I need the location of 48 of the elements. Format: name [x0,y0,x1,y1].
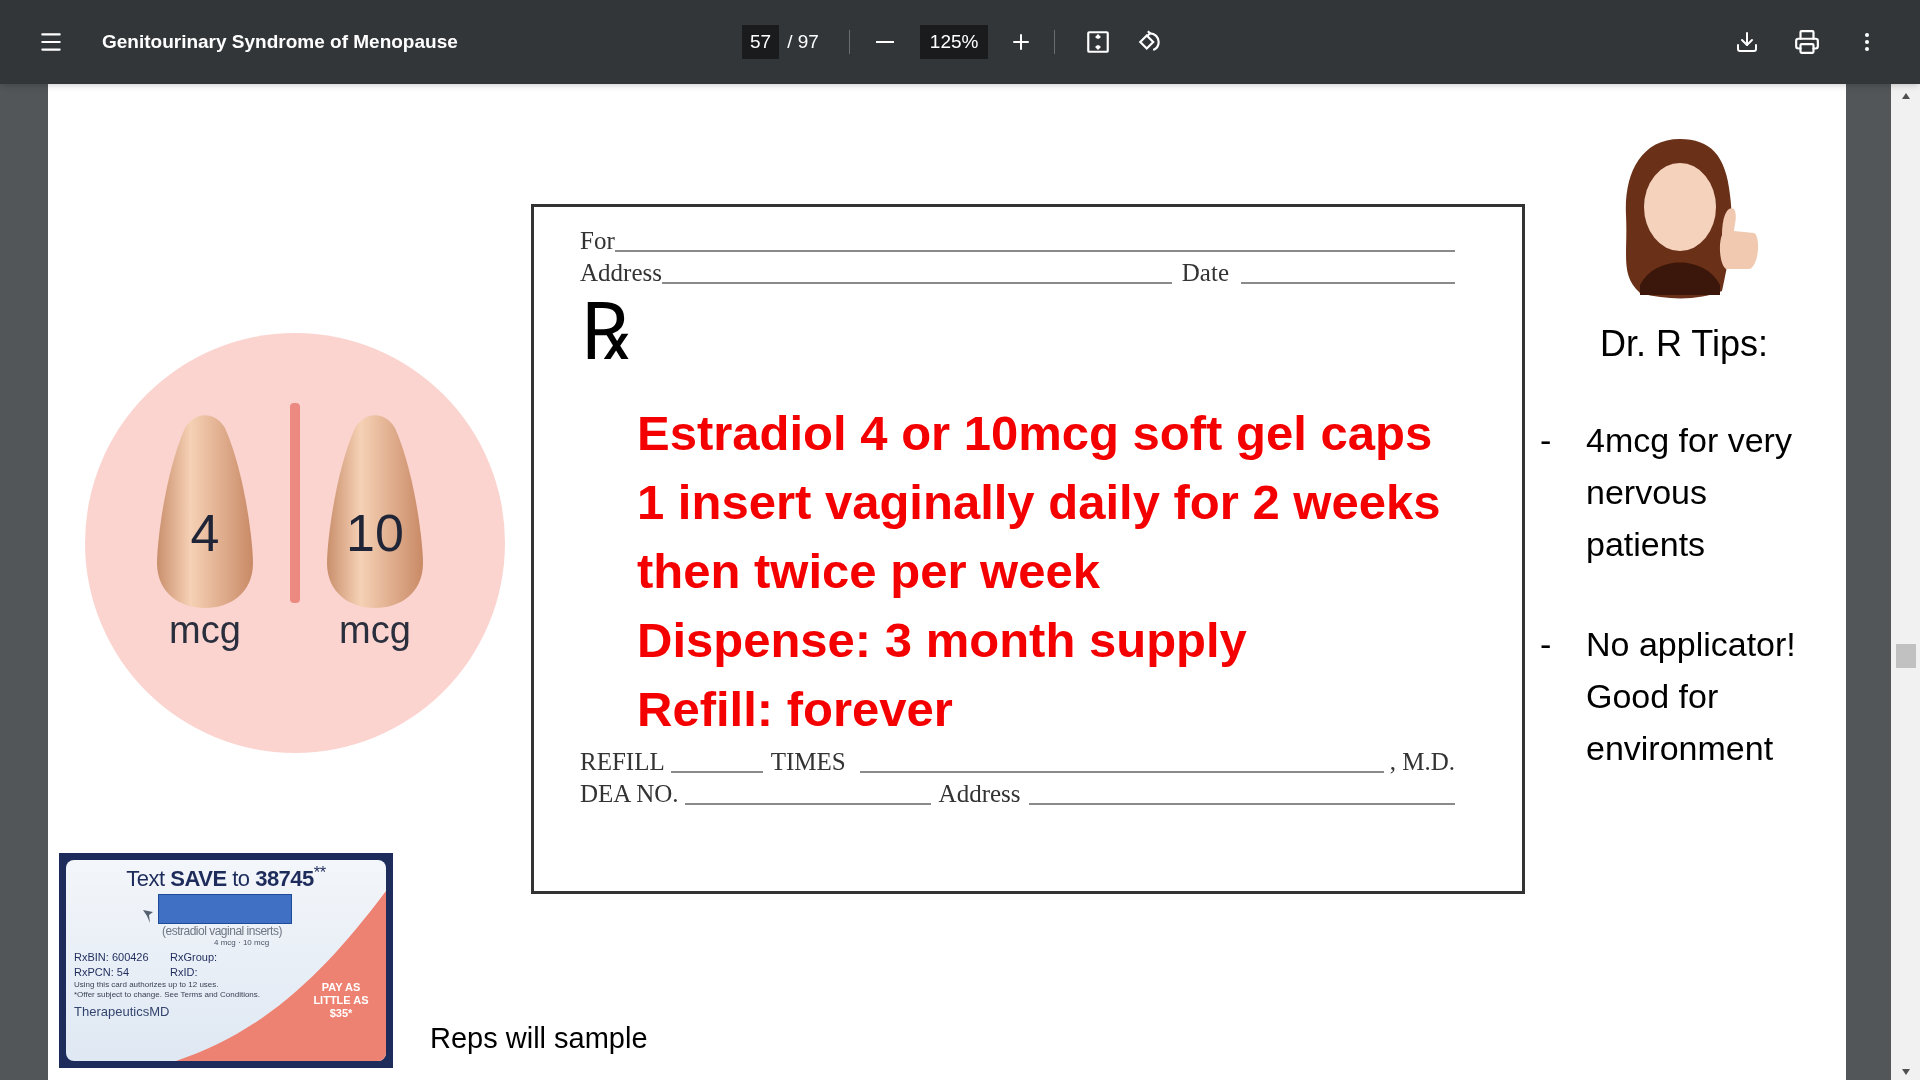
scroll-up-icon[interactable] [1900,92,1911,100]
tips-title: Dr. R Tips: [1600,322,1769,366]
list-dash: - [1540,420,1553,461]
fine-print: *Offer subject to change. See Terms and Conditions. [74,990,261,1000]
unit-label: mcg [339,609,411,651]
brand-name: TherapeuticsMD [74,1004,171,1020]
coupon-field: RxPCN: 54 [74,965,170,980]
dose-number: 10 [346,504,404,562]
fine-print: Using this card authorizes up to 12 uses. [74,980,220,990]
dose-number: 4 [190,504,220,562]
form-label: Date [1181,258,1229,288]
fit-page-icon [1085,29,1112,55]
coupon-field: RxID: [170,965,244,980]
scroll-down-icon[interactable] [1900,1068,1911,1076]
tip-text: No applicator! Good for environment [1586,624,1797,769]
coupon-headline: Text SAVE to 38745$^{**}$ [126,866,326,892]
form-label: Address [580,258,662,288]
page-number-field[interactable]: 57 [742,24,780,60]
form-label: For [580,226,615,256]
prescription-line: Refill: forever [637,681,953,738]
form-label: DEA NO. [580,779,679,809]
coupon-field: RxGroup: [170,950,244,965]
prescription-line: Estradiol 4 or 10mcg soft gel caps [637,405,1433,462]
list-dash: - [1540,624,1553,665]
product-name: (estradiol vaginal inserts) [162,924,283,938]
download-icon [1735,30,1759,54]
caption-text: Reps will sample [430,1021,648,1056]
print-icon [1794,29,1820,55]
prescription-line: then twice per week [637,543,1100,600]
prescription-line: 1 insert vaginally daily for 2 weeks [637,474,1441,531]
document-title: Genitourinary Syndrome of Menopause [102,29,459,54]
form-label: Address [938,779,1021,809]
scrollbar-thumb[interactable] [1895,644,1916,668]
form-label: TIMES [770,747,846,777]
unit-label: mcg [169,609,241,651]
minus-icon [875,41,894,43]
form-label: REFILL [580,747,665,777]
coupon-field: RxBIN: 600426 [74,950,170,965]
rx-symbol: ℞ [580,289,630,375]
more-options-icon [1865,33,1869,51]
form-label: , M.D. [1389,747,1455,777]
strengths-text: 4 mcg · 10 mcg [214,938,271,948]
zoom-field[interactable]: 125% [919,24,989,60]
prescription-line: Dispense: 3 month supply [637,612,1247,669]
offer-text: PAY AS LITTLE AS $35* [312,981,370,1020]
tip-text: 4mcg for very nervous patients [1586,420,1793,565]
print-button[interactable] [1792,27,1822,57]
page-count: / 97 [787,29,819,54]
